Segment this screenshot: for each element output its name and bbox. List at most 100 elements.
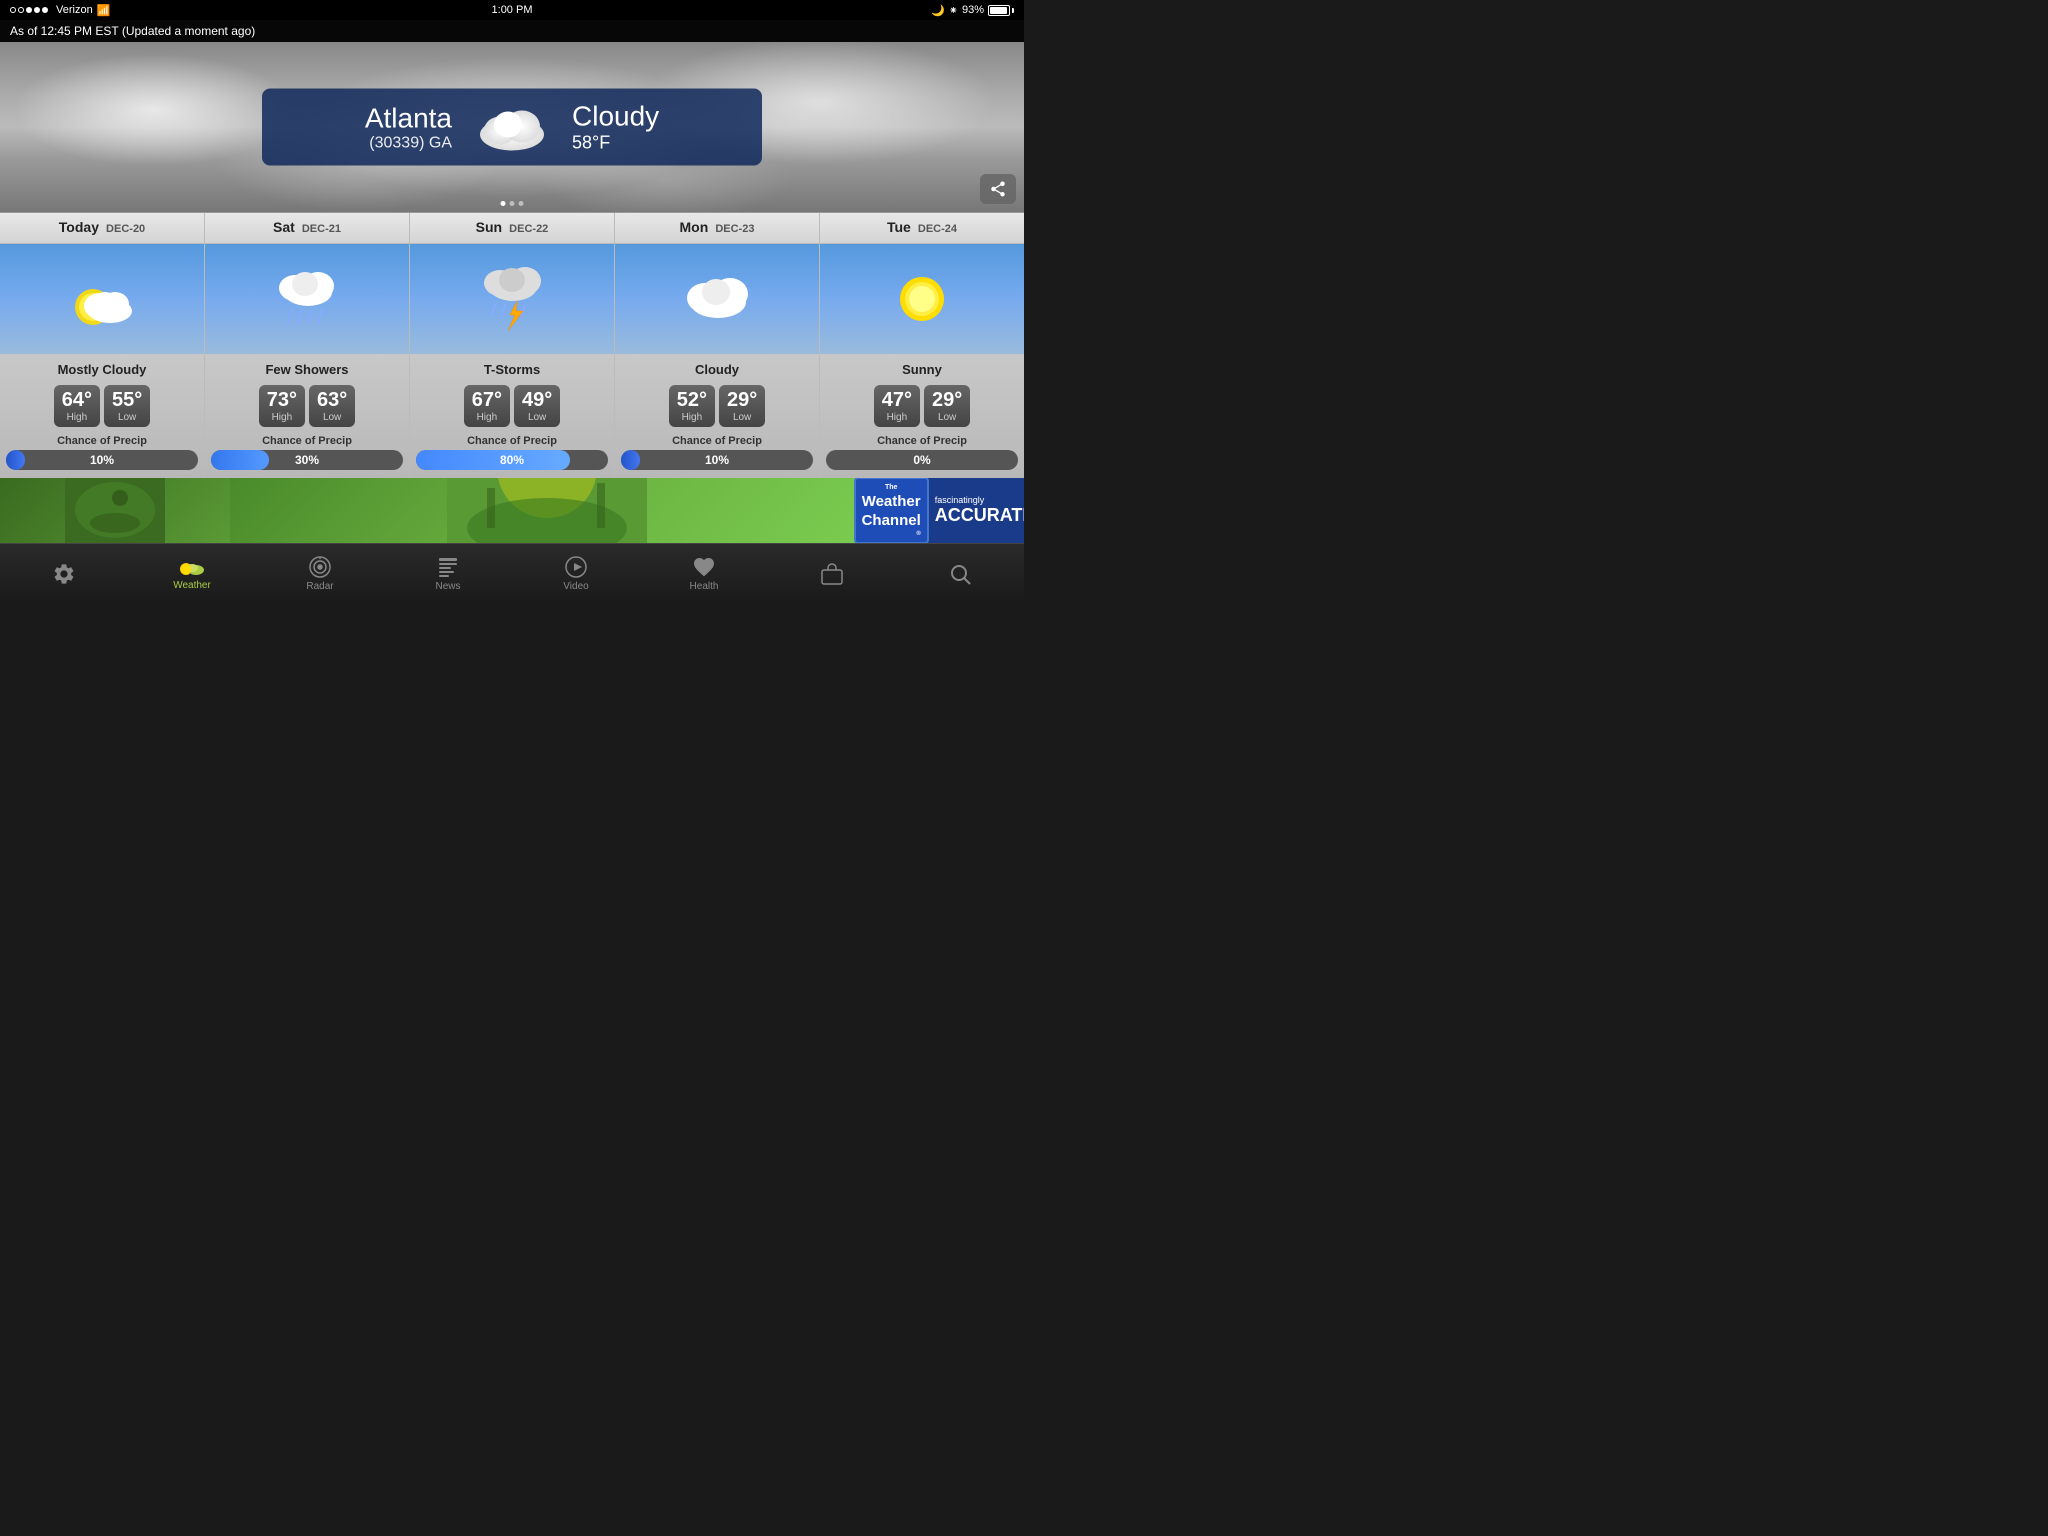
cloud-svg xyxy=(472,102,552,152)
nav-item-video[interactable]: Video xyxy=(512,544,640,603)
day-details-4: Sunny 47° High 29° Low Chance of Precip … xyxy=(820,354,1024,478)
twc-registered: ® xyxy=(862,531,921,539)
day-name-3: Mon xyxy=(680,219,709,235)
condition-text-3: Cloudy xyxy=(621,362,813,377)
status-time: 1:00 PM xyxy=(492,4,533,16)
signal-dot-4 xyxy=(34,7,40,13)
precip-section-0: Chance of Precip 10% xyxy=(6,435,198,470)
twc-logo-box: The Weather Channel ® xyxy=(854,478,929,543)
precip-section-2: Chance of Precip 80% xyxy=(416,435,608,470)
precip-bar-1: 30% xyxy=(211,450,403,470)
news-nav-label: News xyxy=(435,581,460,592)
battery-pct: 93% xyxy=(962,4,984,16)
precip-bar-3: 10% xyxy=(621,450,813,470)
day-name-2: Sun xyxy=(476,219,502,235)
forecast-section: Today DEC-20 Mostly Cloudy 64° High 55° … xyxy=(0,212,1024,478)
precip-section-1: Chance of Precip 30% xyxy=(211,435,403,470)
battery-body xyxy=(988,5,1010,16)
precip-fill-3 xyxy=(621,450,640,470)
accurate-text: fascinatingly ACCURATE xyxy=(935,495,1024,526)
nav-item-settings[interactable] xyxy=(0,544,128,603)
health-icon xyxy=(692,555,716,579)
nav-item-news[interactable]: News xyxy=(384,544,512,603)
precip-label-4: Chance of Precip xyxy=(826,435,1018,447)
page-dot-3 xyxy=(519,201,524,206)
day-date-0: DEC-20 xyxy=(103,223,145,235)
battery-fill xyxy=(990,7,1007,14)
precip-section-4: Chance of Precip 0% xyxy=(826,435,1018,470)
day-details-3: Cloudy 52° High 29° Low Chance of Precip… xyxy=(615,354,819,478)
condition-text-1: Few Showers xyxy=(211,362,403,377)
ad-nature-image xyxy=(447,478,647,543)
condition-text-2: T-Storms xyxy=(416,362,608,377)
search-icon xyxy=(948,562,972,586)
current-temp: 58°F xyxy=(572,133,659,154)
precip-fill-2 xyxy=(416,450,570,470)
day-date-4: DEC-24 xyxy=(915,223,957,235)
video-icon xyxy=(563,555,589,579)
day-icon-3 xyxy=(615,244,819,354)
precip-fill-1 xyxy=(211,450,269,470)
accurate-big-text: ACCURATE xyxy=(935,505,1024,526)
day-col-2[interactable]: Sun DEC-22 T-Storms 67° High 49° Low Cha… xyxy=(410,213,615,478)
precip-label-2: Chance of Precip xyxy=(416,435,608,447)
day-header-3: Mon DEC-23 xyxy=(615,213,819,244)
day-col-1[interactable]: Sat DEC-21 Few Showers 73° High 63° Low … xyxy=(205,213,410,478)
twc-the: The xyxy=(862,483,921,492)
page-dot-2 xyxy=(510,201,515,206)
nav-item-radar[interactable]: Radar xyxy=(256,544,384,603)
precip-pct-3: 10% xyxy=(705,453,729,467)
nav-item-weather[interactable]: Weather xyxy=(128,544,256,603)
precip-label-0: Chance of Precip xyxy=(6,435,198,447)
twc-name: Weather xyxy=(862,492,921,512)
day-header-1: Sat DEC-21 xyxy=(205,213,409,244)
day-icon-0 xyxy=(0,244,204,354)
current-condition: Cloudy xyxy=(572,101,659,133)
nav-item-search[interactable] xyxy=(896,544,1024,603)
nav-item-bag[interactable] xyxy=(768,544,896,603)
status-left: Verizon 📶 xyxy=(10,4,110,17)
bottom-nav: Weather Radar News Video Health xyxy=(0,543,1024,603)
city-name: Atlanta xyxy=(365,102,452,134)
precip-bar-4: 0% xyxy=(826,450,1018,470)
radar-nav-label: Radar xyxy=(306,581,333,592)
ad-right-branding: The Weather Channel ® fascinatingly ACCU… xyxy=(864,478,1024,543)
current-weather-banner: Atlanta (30339) GA Cloudy 58°F xyxy=(262,89,762,166)
share-button[interactable] xyxy=(980,174,1016,204)
day-col-4[interactable]: Tue DEC-24 Sunny 47° High 29° Low Chance… xyxy=(820,213,1024,478)
high-temp-2: 67° High xyxy=(464,385,510,427)
day-icon-1 xyxy=(205,244,409,354)
status-right: 🌙 ⁕ 93% xyxy=(931,4,1014,17)
temp-boxes-3: 52° High 29° Low xyxy=(621,385,813,427)
day-icon-2 xyxy=(410,244,614,354)
day-col-0[interactable]: Today DEC-20 Mostly Cloudy 64° High 55° … xyxy=(0,213,205,478)
precip-pct-0: 10% xyxy=(90,453,114,467)
precip-pct-1: 30% xyxy=(295,453,319,467)
settings-icon xyxy=(52,562,76,586)
precip-label-1: Chance of Precip xyxy=(211,435,403,447)
nav-item-health[interactable]: Health xyxy=(640,544,768,603)
low-temp-1: 63° Low xyxy=(309,385,355,427)
twc-channel: Channel xyxy=(862,511,921,531)
low-temp-4: 29° Low xyxy=(924,385,970,427)
signal-dots xyxy=(10,7,48,13)
signal-dot-5 xyxy=(42,7,48,13)
video-nav-label: Video xyxy=(563,581,588,592)
day-col-3[interactable]: Mon DEC-23 Cloudy 52° High 29° Low Chanc… xyxy=(615,213,820,478)
location-info: Atlanta (30339) GA xyxy=(365,102,452,152)
update-bar: As of 12:45 PM EST (Updated a moment ago… xyxy=(0,20,1024,42)
high-temp-3: 52° High xyxy=(669,385,715,427)
update-text: As of 12:45 PM EST (Updated a moment ago… xyxy=(10,24,255,38)
temp-boxes-2: 67° High 49° Low xyxy=(416,385,608,427)
precip-fill-0 xyxy=(6,450,25,470)
bluetooth-icon: ⁕ xyxy=(949,4,958,17)
temp-boxes-4: 47° High 29° Low xyxy=(826,385,1018,427)
day-details-0: Mostly Cloudy 64° High 55° Low Chance of… xyxy=(0,354,204,478)
ad-banner[interactable]: The Weather Channel ® fascinatingly ACCU… xyxy=(0,478,1024,543)
news-icon xyxy=(436,555,460,579)
day-details-2: T-Storms 67° High 49° Low Chance of Prec… xyxy=(410,354,614,478)
battery-tip xyxy=(1012,8,1014,13)
temp-boxes-0: 64° High 55° Low xyxy=(6,385,198,427)
ad-center-image xyxy=(230,478,864,543)
bag-icon xyxy=(819,562,845,586)
